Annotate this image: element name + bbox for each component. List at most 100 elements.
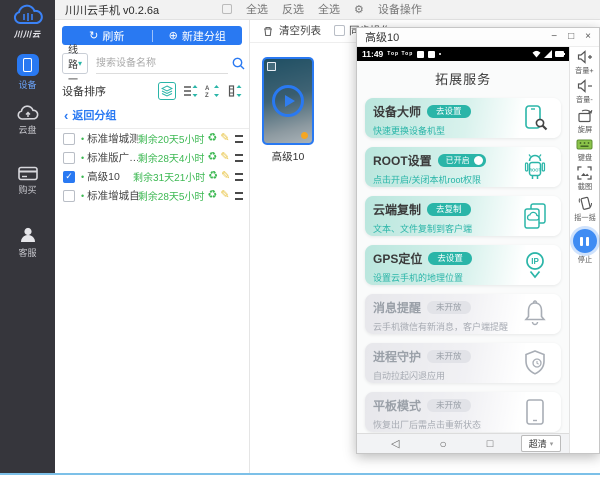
renew-icon[interactable]: ♻ [207,152,217,163]
device-checkbox[interactable]: ✓ [63,171,75,183]
svg-text:IP: IP [531,257,539,266]
screenshot-button[interactable]: 截图 [577,166,593,192]
device-row[interactable]: • 标准增城自用 剩余28天5小时 ♻ ✎ [55,186,249,205]
edit-icon[interactable]: ✎ [220,133,229,144]
drag-handle-icon[interactable] [235,154,243,162]
close-icon[interactable]: × [585,32,591,42]
nav-home-icon[interactable]: ○ [439,437,446,451]
group-select-label[interactable]: 全选 [318,1,340,17]
stop-button[interactable]: 停止 [573,226,597,265]
select-all-label[interactable]: 全选 [246,1,268,17]
time-sort-icon[interactable] [227,84,242,98]
device-name: 标准增城自用 [87,188,138,203]
volume-up-button[interactable]: 音量+ [574,50,595,76]
service-card-root[interactable]: ROOT设置 已开启 点击开启/关闭本机root权限 ROOT [365,147,561,187]
sidebar-item-purchase[interactable]: 购买 [18,166,38,196]
signal-icon [544,50,552,58]
plus-icon: ⊕ [169,29,178,42]
new-group-button[interactable]: ⊕ 新建分组 [153,26,243,45]
new-group-label: 新建分组 [182,28,226,44]
search-input[interactable] [96,54,228,74]
status-dot-icon: • [81,191,84,201]
device-phone-icon [17,54,39,76]
service-card-gps[interactable]: GPS定位 去设置 设置云手机的地理位置 IP [365,245,561,285]
device-ops-label[interactable]: 设备操作 [378,1,422,17]
volume-down-icon [577,79,593,93]
sort-label: 设备排序 [62,83,106,99]
toolbar-label: 停止 [577,255,591,265]
quality-select[interactable]: 超清 ▾ [521,435,562,452]
volume-down-button[interactable]: 音量- [575,79,594,105]
svg-text:ROOT: ROOT [529,168,542,173]
layer-sort-icon[interactable] [158,82,176,100]
minimize-icon[interactable]: − [551,32,557,42]
sidebar-item-devices[interactable]: 设备 [17,54,39,91]
device-row[interactable]: • 标准版广… 剩余28天4小时 ♻ ✎ [55,148,249,167]
clear-list-icon[interactable] [262,25,274,37]
service-card-cloud-copy[interactable]: 云端复制 去复制 文本、文件复制到客户端 [365,196,561,236]
nav-recents-icon[interactable]: □ [487,438,494,450]
device-row[interactable]: • 标准增城测试 剩余20天5小时 ♻ ✎ [55,129,249,148]
sync-checkbox[interactable] [334,25,345,36]
rotate-screen-button[interactable]: 旋屏 [577,108,593,135]
edit-icon[interactable]: ✎ [220,190,229,201]
device-checkbox[interactable] [63,190,75,202]
play-icon[interactable] [272,85,304,117]
renew-icon[interactable]: ♻ [207,190,217,201]
shake-button[interactable]: 摇一摇 [573,195,597,223]
chevron-down-icon: ▾ [78,59,82,68]
device-remaining-time: 剩余31天21小时 [133,169,205,184]
search-icon[interactable] [232,57,245,70]
go-settings-button[interactable]: 去设置 [428,252,472,265]
status-tags: Top Top [387,51,413,57]
line-select[interactable]: 线路一 ▾ [62,53,88,74]
device-checkbox[interactable] [63,133,75,145]
status-dot-orange [301,132,308,139]
go-settings-button[interactable]: 去设置 [427,105,471,118]
toolbar-label: 旋屏 [577,125,591,135]
thumbnail-select-checkbox[interactable] [267,62,276,71]
edit-icon[interactable]: ✎ [220,152,229,163]
cloud-disk-icon [17,105,39,121]
sidebar-item-support[interactable]: 客服 [18,226,38,259]
service-card-process-guard: 进程守护 未开放 自动拉起闪退应用 [365,343,561,383]
device-thumbnail[interactable]: 高级10 [262,57,314,164]
drag-handle-icon[interactable] [235,192,243,200]
drag-handle-icon[interactable] [235,135,243,143]
keyboard-icon [576,138,593,151]
sidebar: 川川云 设备 云盘 购买 客服 [0,0,55,473]
nav-back-icon[interactable]: ◁ [391,437,399,450]
clear-list-label[interactable]: 清空列表 [279,23,321,38]
line-select-value: 线路一 [68,41,78,86]
refresh-label: 刷新 [102,28,124,44]
phone-window-titlebar[interactable]: 高级10 − □ × [357,28,599,47]
device-checkbox[interactable] [63,152,75,164]
thumbnail-label: 高级10 [262,149,314,164]
alpha-sort-icon[interactable]: AZ [205,84,220,98]
sidebar-item-cloud-disk[interactable]: 云盘 [17,105,39,136]
sidebar-item-label: 设备 [18,78,36,91]
back-to-groups-link[interactable]: ‹ 返回分组 [64,107,242,123]
device-name: 标准增城测试 [87,131,138,146]
purchase-card-icon [18,166,38,181]
device-row-selected[interactable]: ✓ • 高级10 剩余31天21小时 ♻ ✎ [55,167,249,186]
drag-handle-icon[interactable] [235,173,243,181]
service-name: 平板模式 [373,397,421,414]
list-sort-icon[interactable] [183,84,198,98]
renew-icon[interactable]: ♻ [208,171,218,182]
service-name: 进程守护 [373,348,421,365]
keyboard-button[interactable]: 键盘 [576,138,593,163]
root-toggle[interactable]: 已开启 [438,154,486,167]
device-thumbnail-screen[interactable] [262,57,314,145]
service-card-device-master[interactable]: 设备大师 去设置 快速更换设备机型 [365,98,561,138]
edit-icon[interactable]: ✎ [221,171,230,182]
sidebar-item-label: 云盘 [18,123,36,136]
select-all-checkbox[interactable] [222,4,232,14]
invert-select-label[interactable]: 反选 [282,1,304,17]
rotate-screen-icon [577,108,593,123]
stop-icon [573,229,597,253]
renew-icon[interactable]: ♻ [207,133,217,144]
refresh-icon: ↻ [89,29,98,42]
go-copy-button[interactable]: 去复制 [427,203,471,216]
maximize-icon[interactable]: □ [568,32,574,42]
